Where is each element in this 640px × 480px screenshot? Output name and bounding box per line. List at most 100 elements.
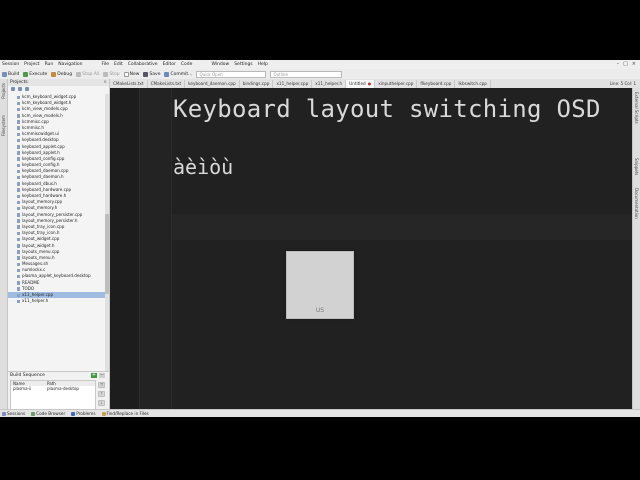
file-name: TODO: [22, 285, 35, 291]
file-name: x11_helper.h: [22, 298, 49, 304]
move-down-icon[interactable]: ↓: [98, 400, 105, 406]
tab-keyboard-daemon[interactable]: keyboard_daemon.cpp: [185, 79, 240, 88]
close-icon[interactable]: ×: [632, 61, 636, 67]
build-sequence-title: Build Sequence: [10, 373, 45, 378]
move-up-icon[interactable]: ↑: [98, 391, 105, 397]
commit-button[interactable]: Commit...: [164, 71, 192, 77]
file-icon: [17, 138, 20, 143]
sessions-icon: [2, 411, 6, 416]
maximize-icon[interactable]: □: [623, 61, 628, 67]
file-icon: [17, 151, 20, 155]
build-button[interactable]: Build: [2, 71, 19, 77]
file-icon: [17, 163, 20, 168]
menu-edit[interactable]: Edit: [114, 62, 123, 67]
tab-cmakelists-2[interactable]: CMakeLists.txt: [148, 79, 186, 88]
outline-input[interactable]: Outline: [270, 70, 343, 78]
menu-collaborative[interactable]: Collaborative: [128, 62, 158, 67]
project-tree-scrollbar[interactable]: [105, 94, 109, 371]
build-sequence-table: Name Path plasma-ii plasma-desktop: [10, 380, 96, 410]
right-dock-strip: External Scripts Snippets Documentation: [632, 88, 640, 409]
minimize-icon[interactable]: –: [617, 61, 620, 67]
execute-icon: [23, 71, 29, 77]
tab-xinputhelper[interactable]: xinputhelper.cpp: [375, 79, 418, 88]
file-icon: [17, 287, 20, 291]
file-icon: [17, 169, 20, 174]
stop-all-button[interactable]: Stop All: [76, 71, 99, 77]
projects-dock-tab[interactable]: Projects: [1, 83, 6, 99]
snippets-dock-tab[interactable]: Snippets: [634, 158, 639, 175]
scrollbar-thumb[interactable]: [105, 214, 109, 294]
find-replace-tool-button[interactable]: Find/Replace in Files: [101, 411, 149, 416]
file-icon: [17, 182, 20, 186]
panel-close-icon[interactable]: ×: [103, 79, 107, 86]
tab-cmakelists-1[interactable]: CMakeLists.txt: [110, 79, 148, 88]
stop-all-icon: [76, 71, 82, 77]
tab-x11-helper-h[interactable]: x11_helper.h: [312, 79, 347, 88]
sync-icon[interactable]: [11, 87, 15, 91]
tab-lkbswitch[interactable]: lkbswitch.cpp: [455, 79, 491, 88]
menu-editor[interactable]: Editor: [163, 62, 176, 67]
file-name: keyboard_hardware.cpp: [22, 186, 72, 192]
file-name: layouts_menu.h: [22, 254, 55, 260]
quick-open-input[interactable]: Quick Open: [196, 70, 267, 78]
remove-icon[interactable]: −: [99, 373, 105, 378]
move-top-icon[interactable]: ⇈: [98, 382, 105, 388]
problems-tool-button[interactable]: Problems: [71, 411, 96, 416]
table-row[interactable]: plasma-ii plasma-desktop: [11, 386, 95, 391]
build-item-path: plasma-desktop: [47, 386, 79, 391]
execute-button[interactable]: Execute: [23, 71, 47, 77]
layout-osd-popup: US: [286, 251, 354, 319]
add-icon[interactable]: +: [91, 373, 97, 378]
file-name: numlockx.c: [22, 267, 46, 273]
file-icon: [17, 299, 20, 304]
menu-session[interactable]: Session: [2, 62, 19, 67]
filesystem-dock-tab[interactable]: Filesystem: [1, 115, 6, 136]
menu-project[interactable]: Project: [24, 62, 39, 67]
filter-icon[interactable]: [25, 87, 29, 91]
menu-file[interactable]: File: [102, 62, 110, 67]
file-name: keyboard_daemon.cpp: [22, 168, 69, 174]
file-name: keyboard_config.cpp: [22, 155, 65, 161]
tab-flkeyboard[interactable]: flkeyboard.cpp: [417, 79, 456, 88]
file-icon: [17, 206, 20, 211]
file-name: layout_memory.h: [22, 205, 58, 211]
menu-help[interactable]: Help: [258, 62, 268, 67]
sessions-tool-button[interactable]: Sessions: [2, 411, 25, 416]
documentation-dock-tab[interactable]: Documentation: [634, 188, 639, 219]
osd-layout-label: US: [315, 307, 325, 314]
menu-run[interactable]: Run: [45, 62, 54, 67]
file-name: keyboard_dbus.h: [22, 180, 57, 186]
projects-toolbar: [8, 86, 109, 92]
list-item[interactable]: x11_helper.h: [8, 298, 105, 304]
menu-window[interactable]: Window: [211, 62, 229, 67]
tab-untitled[interactable]: Untitled ●: [346, 79, 376, 88]
menu-navigation[interactable]: Navigation: [58, 62, 82, 67]
menu-settings[interactable]: Settings: [234, 62, 252, 67]
file-name: keyboard_config.h: [22, 162, 60, 168]
menu-code[interactable]: Code: [181, 62, 193, 67]
external-scripts-dock-tab[interactable]: External Scripts: [634, 92, 639, 124]
save-button[interactable]: Save: [143, 71, 160, 77]
file-name: keyboard.desktop: [22, 137, 59, 143]
file-icon: [17, 293, 20, 297]
debug-button[interactable]: Debug: [51, 71, 72, 77]
stop-button[interactable]: Stop: [103, 71, 120, 77]
file-name: x11_helper.cpp: [22, 292, 54, 297]
code-browser-tool-button[interactable]: Code Browser: [31, 411, 65, 416]
file-name: README: [22, 279, 40, 285]
code-browser-icon: [31, 411, 36, 416]
build-sequence-panel: Build Sequence + − Name Path plasma-ii p…: [8, 371, 110, 415]
new-button[interactable]: New: [123, 71, 139, 77]
commit-icon: [164, 71, 170, 77]
tab-bindings[interactable]: bindings.cpp: [240, 79, 274, 88]
close-tab-icon[interactable]: ●: [368, 80, 372, 88]
file-name: layout_tray_icon.h: [22, 230, 60, 236]
collapse-icon[interactable]: [18, 87, 22, 91]
tab-x11-helper-cpp[interactable]: x11_helper.cpp: [273, 79, 313, 88]
file-icon: [17, 194, 20, 198]
file-name: layout_memory_persister.h: [22, 217, 78, 223]
code-editor[interactable]: Keyboard layout switching OSD àèìòù US: [110, 88, 632, 409]
file-name: layout_memory_persister.cpp: [22, 211, 83, 217]
file-icon: [17, 95, 20, 99]
file-icon: [17, 188, 20, 192]
